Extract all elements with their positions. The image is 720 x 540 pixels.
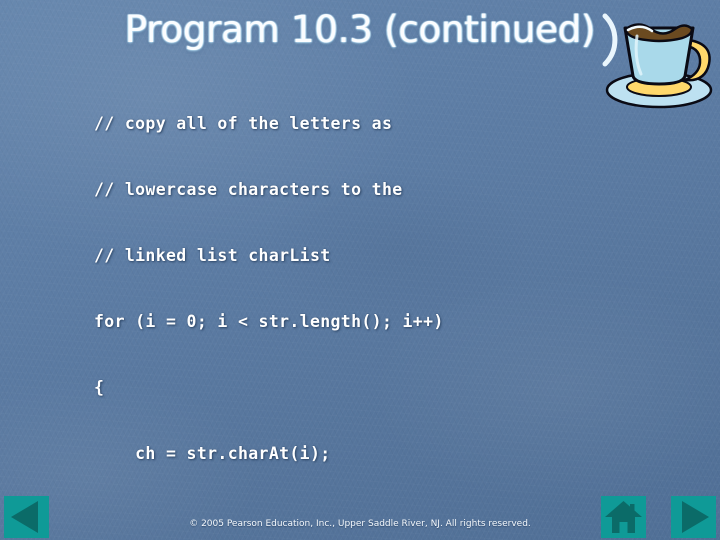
triangle-left-icon: [11, 501, 38, 533]
code-listing: // copy all of the letters as // lowerca…: [94, 69, 629, 540]
code-line: for (i = 0; i < str.length(); i++): [94, 312, 444, 331]
code-line: // linked list charList: [94, 246, 331, 265]
code-line: // copy all of the letters as: [94, 114, 393, 133]
previous-slide-button[interactable]: [4, 496, 49, 538]
code-line: ch = str.charAt(i);: [94, 444, 331, 463]
presentation-slide: Program 10.3 (continued) // copy all of …: [0, 0, 720, 540]
home-button[interactable]: [601, 496, 646, 538]
code-line: {: [94, 378, 105, 397]
triangle-right-icon: [682, 501, 709, 533]
code-line: // lowercase characters to the: [94, 180, 403, 199]
next-slide-button[interactable]: [671, 496, 716, 538]
home-icon: [605, 501, 642, 533]
